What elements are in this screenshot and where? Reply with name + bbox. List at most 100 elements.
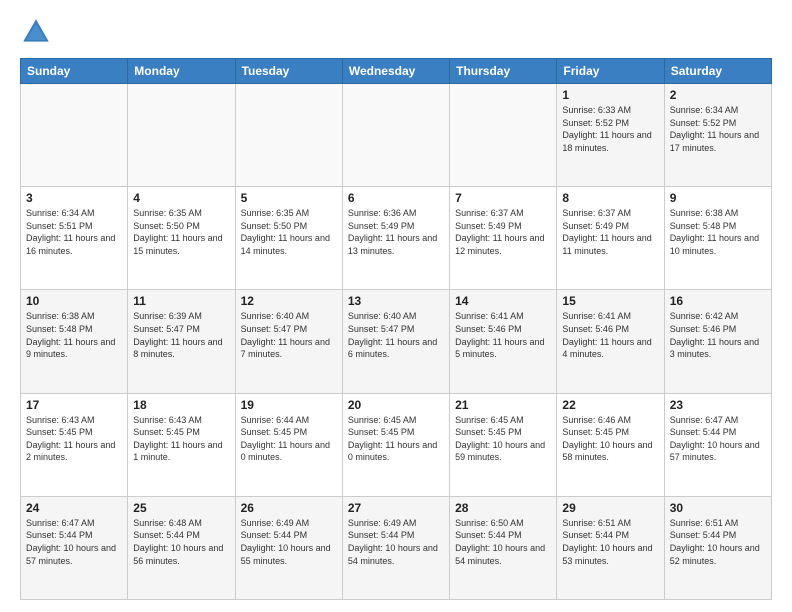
day-info: Sunrise: 6:40 AM Sunset: 5:47 PM Dayligh… bbox=[241, 310, 337, 360]
day-number: 11 bbox=[133, 294, 229, 308]
calendar-cell: 27Sunrise: 6:49 AM Sunset: 5:44 PM Dayli… bbox=[342, 496, 449, 599]
day-number: 2 bbox=[670, 88, 766, 102]
calendar-week-3: 10 Sunrise: 6:38 AM Sunset: 5:48 PM Dayli… bbox=[21, 290, 772, 393]
calendar-cell bbox=[342, 84, 449, 187]
day-info: Sunrise: 6:34 AM Sunset: 5:51 PM Dayligh… bbox=[26, 207, 122, 257]
calendar-header-row: SundayMondayTuesdayWednesdayThursdayFrid… bbox=[21, 59, 772, 84]
day-info: Sunrise: 6:46 AM Sunset: 5:45 PM Dayligh… bbox=[562, 414, 658, 464]
day-number: 23 bbox=[670, 398, 766, 412]
day-number: 18 bbox=[133, 398, 229, 412]
day-info: Sunrise: 6:40 AM Sunset: 5:47 PM Dayligh… bbox=[348, 310, 444, 360]
day-info: Sunrise: 6:45 AM Sunset: 5:45 PM Dayligh… bbox=[455, 414, 551, 464]
calendar-cell: 12 Sunrise: 6:40 AM Sunset: 5:47 PM Dayli… bbox=[235, 290, 342, 393]
day-info: Sunrise: 6:49 AM Sunset: 5:44 PM Dayligh… bbox=[241, 517, 337, 567]
day-info: Sunrise: 6:51 AM Sunset: 5:44 PM Dayligh… bbox=[670, 517, 766, 567]
day-header-tuesday: Tuesday bbox=[235, 59, 342, 84]
calendar-cell: 11 Sunrise: 6:39 AM Sunset: 5:47 PM Dayli… bbox=[128, 290, 235, 393]
day-info: Sunrise: 6:45 AM Sunset: 5:45 PM Dayligh… bbox=[348, 414, 444, 464]
day-info: Sunrise: 6:36 AM Sunset: 5:49 PM Dayligh… bbox=[348, 207, 444, 257]
calendar-week-5: 24Sunrise: 6:47 AM Sunset: 5:44 PM Dayli… bbox=[21, 496, 772, 599]
calendar-cell: 17Sunrise: 6:43 AM Sunset: 5:45 PM Dayli… bbox=[21, 393, 128, 496]
calendar-cell: 5 Sunrise: 6:35 AM Sunset: 5:50 PM Daylig… bbox=[235, 187, 342, 290]
day-number: 8 bbox=[562, 191, 658, 205]
day-header-wednesday: Wednesday bbox=[342, 59, 449, 84]
calendar-cell: 28 Sunrise: 6:50 AM Sunset: 5:44 PM Dayli… bbox=[450, 496, 557, 599]
day-info: Sunrise: 6:34 AM Sunset: 5:52 PM Dayligh… bbox=[670, 104, 766, 154]
day-number: 22 bbox=[562, 398, 658, 412]
calendar-cell: 10 Sunrise: 6:38 AM Sunset: 5:48 PM Dayli… bbox=[21, 290, 128, 393]
calendar-cell: 24Sunrise: 6:47 AM Sunset: 5:44 PM Dayli… bbox=[21, 496, 128, 599]
day-info: Sunrise: 6:51 AM Sunset: 5:44 PM Dayligh… bbox=[562, 517, 658, 567]
day-number: 30 bbox=[670, 501, 766, 515]
day-info: Sunrise: 6:47 AM Sunset: 5:44 PM Dayligh… bbox=[670, 414, 766, 464]
calendar-week-2: 3Sunrise: 6:34 AM Sunset: 5:51 PM Daylig… bbox=[21, 187, 772, 290]
logo-icon bbox=[20, 16, 52, 48]
calendar-cell: 4 Sunrise: 6:35 AM Sunset: 5:50 PM Daylig… bbox=[128, 187, 235, 290]
day-number: 16 bbox=[670, 294, 766, 308]
day-info: Sunrise: 6:33 AM Sunset: 5:52 PM Dayligh… bbox=[562, 104, 658, 154]
calendar-cell: 8 Sunrise: 6:37 AM Sunset: 5:49 PM Daylig… bbox=[557, 187, 664, 290]
calendar-table: SundayMondayTuesdayWednesdayThursdayFrid… bbox=[20, 58, 772, 600]
day-number: 19 bbox=[241, 398, 337, 412]
day-header-thursday: Thursday bbox=[450, 59, 557, 84]
day-header-monday: Monday bbox=[128, 59, 235, 84]
calendar-cell: 13 Sunrise: 6:40 AM Sunset: 5:47 PM Dayli… bbox=[342, 290, 449, 393]
day-number: 28 bbox=[455, 501, 551, 515]
day-number: 7 bbox=[455, 191, 551, 205]
calendar-cell: 29 Sunrise: 6:51 AM Sunset: 5:44 PM Dayli… bbox=[557, 496, 664, 599]
day-info: Sunrise: 6:41 AM Sunset: 5:46 PM Dayligh… bbox=[562, 310, 658, 360]
logo bbox=[20, 16, 56, 48]
day-number: 26 bbox=[241, 501, 337, 515]
day-number: 13 bbox=[348, 294, 444, 308]
day-info: Sunrise: 6:50 AM Sunset: 5:44 PM Dayligh… bbox=[455, 517, 551, 567]
calendar-cell: 3Sunrise: 6:34 AM Sunset: 5:51 PM Daylig… bbox=[21, 187, 128, 290]
calendar-cell: 14 Sunrise: 6:41 AM Sunset: 5:46 PM Dayli… bbox=[450, 290, 557, 393]
calendar-cell: 25Sunrise: 6:48 AM Sunset: 5:44 PM Dayli… bbox=[128, 496, 235, 599]
day-number: 5 bbox=[241, 191, 337, 205]
day-info: Sunrise: 6:35 AM Sunset: 5:50 PM Dayligh… bbox=[133, 207, 229, 257]
calendar-cell: 18Sunrise: 6:43 AM Sunset: 5:45 PM Dayli… bbox=[128, 393, 235, 496]
calendar-cell bbox=[235, 84, 342, 187]
page: SundayMondayTuesdayWednesdayThursdayFrid… bbox=[0, 0, 792, 612]
calendar-cell: 30 Sunrise: 6:51 AM Sunset: 5:44 PM Dayli… bbox=[664, 496, 771, 599]
day-info: Sunrise: 6:37 AM Sunset: 5:49 PM Dayligh… bbox=[455, 207, 551, 257]
calendar-cell: 23 Sunrise: 6:47 AM Sunset: 5:44 PM Dayli… bbox=[664, 393, 771, 496]
calendar-cell: 15 Sunrise: 6:41 AM Sunset: 5:46 PM Dayli… bbox=[557, 290, 664, 393]
calendar-cell: 2 Sunrise: 6:34 AM Sunset: 5:52 PM Daylig… bbox=[664, 84, 771, 187]
calendar-week-1: 1Sunrise: 6:33 AM Sunset: 5:52 PM Daylig… bbox=[21, 84, 772, 187]
day-header-sunday: Sunday bbox=[21, 59, 128, 84]
header bbox=[20, 16, 772, 48]
calendar-cell: 22 Sunrise: 6:46 AM Sunset: 5:45 PM Dayli… bbox=[557, 393, 664, 496]
day-number: 15 bbox=[562, 294, 658, 308]
day-info: Sunrise: 6:42 AM Sunset: 5:46 PM Dayligh… bbox=[670, 310, 766, 360]
day-number: 6 bbox=[348, 191, 444, 205]
day-info: Sunrise: 6:38 AM Sunset: 5:48 PM Dayligh… bbox=[670, 207, 766, 257]
day-number: 12 bbox=[241, 294, 337, 308]
day-number: 17 bbox=[26, 398, 122, 412]
calendar-cell: 16 Sunrise: 6:42 AM Sunset: 5:46 PM Dayli… bbox=[664, 290, 771, 393]
calendar-cell bbox=[21, 84, 128, 187]
day-number: 29 bbox=[562, 501, 658, 515]
day-number: 4 bbox=[133, 191, 229, 205]
day-number: 14 bbox=[455, 294, 551, 308]
day-number: 21 bbox=[455, 398, 551, 412]
calendar-cell: 21 Sunrise: 6:45 AM Sunset: 5:45 PM Dayli… bbox=[450, 393, 557, 496]
calendar-cell: 6 Sunrise: 6:36 AM Sunset: 5:49 PM Daylig… bbox=[342, 187, 449, 290]
calendar-week-4: 17Sunrise: 6:43 AM Sunset: 5:45 PM Dayli… bbox=[21, 393, 772, 496]
calendar-cell: 20Sunrise: 6:45 AM Sunset: 5:45 PM Dayli… bbox=[342, 393, 449, 496]
day-info: Sunrise: 6:38 AM Sunset: 5:48 PM Dayligh… bbox=[26, 310, 122, 360]
day-number: 25 bbox=[133, 501, 229, 515]
calendar-cell: 19 Sunrise: 6:44 AM Sunset: 5:45 PM Dayli… bbox=[235, 393, 342, 496]
day-number: 24 bbox=[26, 501, 122, 515]
calendar-cell: 1Sunrise: 6:33 AM Sunset: 5:52 PM Daylig… bbox=[557, 84, 664, 187]
day-info: Sunrise: 6:39 AM Sunset: 5:47 PM Dayligh… bbox=[133, 310, 229, 360]
day-info: Sunrise: 6:44 AM Sunset: 5:45 PM Dayligh… bbox=[241, 414, 337, 464]
day-info: Sunrise: 6:37 AM Sunset: 5:49 PM Dayligh… bbox=[562, 207, 658, 257]
day-header-friday: Friday bbox=[557, 59, 664, 84]
calendar-cell bbox=[450, 84, 557, 187]
calendar-cell: 9 Sunrise: 6:38 AM Sunset: 5:48 PM Daylig… bbox=[664, 187, 771, 290]
day-info: Sunrise: 6:41 AM Sunset: 5:46 PM Dayligh… bbox=[455, 310, 551, 360]
day-number: 9 bbox=[670, 191, 766, 205]
day-info: Sunrise: 6:35 AM Sunset: 5:50 PM Dayligh… bbox=[241, 207, 337, 257]
day-number: 10 bbox=[26, 294, 122, 308]
